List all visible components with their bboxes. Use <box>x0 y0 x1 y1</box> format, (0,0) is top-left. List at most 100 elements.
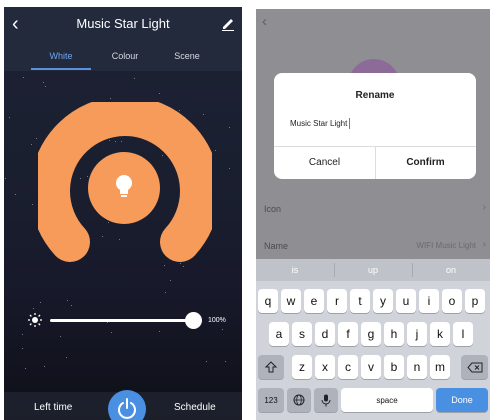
rename-dialog: Rename Music Star Light Cancel Confirm <box>274 73 476 179</box>
icon-setting-row[interactable]: Icon › <box>256 192 490 226</box>
star-dot <box>66 357 67 358</box>
tab-white[interactable]: White <box>26 51 96 61</box>
brightness-slider-thumb[interactable] <box>185 312 202 329</box>
suggestion-item[interactable]: on <box>412 265 490 275</box>
done-key[interactable]: Done <box>436 388 488 412</box>
mode-tabs: White Colour Scene <box>4 43 242 71</box>
star-dot <box>23 77 24 78</box>
key-x[interactable]: x <box>315 355 335 379</box>
microphone-icon <box>321 394 331 406</box>
star-dot <box>43 82 44 83</box>
sun-icon <box>28 313 42 327</box>
bulb-icon <box>116 175 132 197</box>
numbers-key[interactable]: 123 <box>258 388 284 412</box>
star-dot <box>215 150 216 151</box>
key-r[interactable]: r <box>327 289 347 313</box>
key-c[interactable]: c <box>338 355 358 379</box>
star-dot <box>107 322 108 323</box>
star-dot <box>67 300 68 301</box>
star-dot <box>159 93 160 94</box>
star-dot <box>222 329 223 330</box>
key-u[interactable]: u <box>396 289 416 313</box>
confirm-button[interactable]: Confirm <box>375 146 476 179</box>
star-dot <box>134 78 135 79</box>
numbers-key-label: 123 <box>264 395 278 405</box>
globe-key[interactable] <box>287 388 311 412</box>
light-control-screen: ‹ Music Star Light White Colour Scene 10… <box>4 7 242 420</box>
backspace-icon <box>466 362 482 372</box>
edit-icon[interactable] <box>220 15 236 31</box>
suggestion-bar: is up on <box>256 259 490 281</box>
key-m[interactable]: m <box>430 355 450 379</box>
key-l[interactable]: l <box>453 322 473 346</box>
star-dot <box>44 366 45 367</box>
onscreen-keyboard: is up on q w e r t y u i o p a s d f g h… <box>256 259 490 420</box>
key-s[interactable]: s <box>292 322 312 346</box>
space-key[interactable]: space <box>341 388 433 412</box>
shift-key[interactable] <box>258 355 284 379</box>
text-cursor <box>349 118 351 129</box>
star-dot <box>159 331 160 332</box>
shift-icon <box>265 361 277 373</box>
key-w[interactable]: w <box>281 289 301 313</box>
left-time-button[interactable]: Left time <box>34 402 72 413</box>
cancel-button[interactable]: Cancel <box>274 146 375 179</box>
tab-scene[interactable]: Scene <box>152 51 222 61</box>
key-a[interactable]: a <box>269 322 289 346</box>
key-i[interactable]: i <box>419 289 439 313</box>
suggestion-item[interactable]: is <box>256 265 334 275</box>
name-input[interactable]: Music Star Light <box>290 118 351 129</box>
key-y[interactable]: y <box>373 289 393 313</box>
key-b[interactable]: b <box>384 355 404 379</box>
rename-screen: ‹ Icon › Name WIFI Music Light › Rename … <box>256 9 490 420</box>
key-t[interactable]: t <box>350 289 370 313</box>
star-dot <box>60 336 61 337</box>
key-j[interactable]: j <box>407 322 427 346</box>
key-g[interactable]: g <box>361 322 381 346</box>
header-bar: ‹ Music Star Light <box>4 7 242 43</box>
star-dot <box>111 332 112 333</box>
key-q[interactable]: q <box>258 289 278 313</box>
star-dot <box>31 144 32 145</box>
power-button[interactable] <box>108 390 146 420</box>
active-tab-indicator <box>31 68 91 70</box>
star-dot <box>22 334 23 335</box>
tab-colour[interactable]: Colour <box>90 51 160 61</box>
star-dot <box>71 305 72 306</box>
microphone-key[interactable] <box>314 388 338 412</box>
name-row-label: Name <box>264 241 289 251</box>
star-dot <box>9 117 10 118</box>
star-dot <box>225 361 226 362</box>
key-n[interactable]: n <box>407 355 427 379</box>
backspace-key[interactable] <box>461 355 488 379</box>
bulb-toggle-button[interactable] <box>88 152 160 224</box>
brightness-slider[interactable] <box>50 319 193 322</box>
name-input-value: Music Star Light <box>290 119 348 128</box>
icon-row-label: Icon <box>264 204 282 214</box>
key-v[interactable]: v <box>361 355 381 379</box>
chevron-right-icon: › <box>482 202 486 213</box>
name-setting-row[interactable]: Name WIFI Music Light › <box>256 229 490 263</box>
star-dot <box>15 194 16 195</box>
star-dot <box>32 204 33 205</box>
key-h[interactable]: h <box>384 322 404 346</box>
key-p[interactable]: p <box>465 289 485 313</box>
suggestion-item[interactable]: up <box>334 265 412 275</box>
key-d[interactable]: d <box>315 322 335 346</box>
star-dot <box>170 280 171 281</box>
key-o[interactable]: o <box>442 289 462 313</box>
key-e[interactable]: e <box>304 289 324 313</box>
star-dot <box>229 168 230 169</box>
key-k[interactable]: k <box>430 322 450 346</box>
star-dot <box>22 348 23 349</box>
name-row-value: WIFI Music Light <box>416 241 476 250</box>
star-dot <box>40 302 41 303</box>
key-f[interactable]: f <box>338 322 358 346</box>
schedule-button[interactable]: Schedule <box>174 402 216 413</box>
key-z[interactable]: z <box>292 355 312 379</box>
star-dot <box>25 368 26 369</box>
back-icon[interactable]: ‹ <box>262 13 267 30</box>
globe-icon <box>293 394 305 406</box>
star-dot <box>165 292 166 293</box>
brightness-value: 100% <box>208 317 226 324</box>
